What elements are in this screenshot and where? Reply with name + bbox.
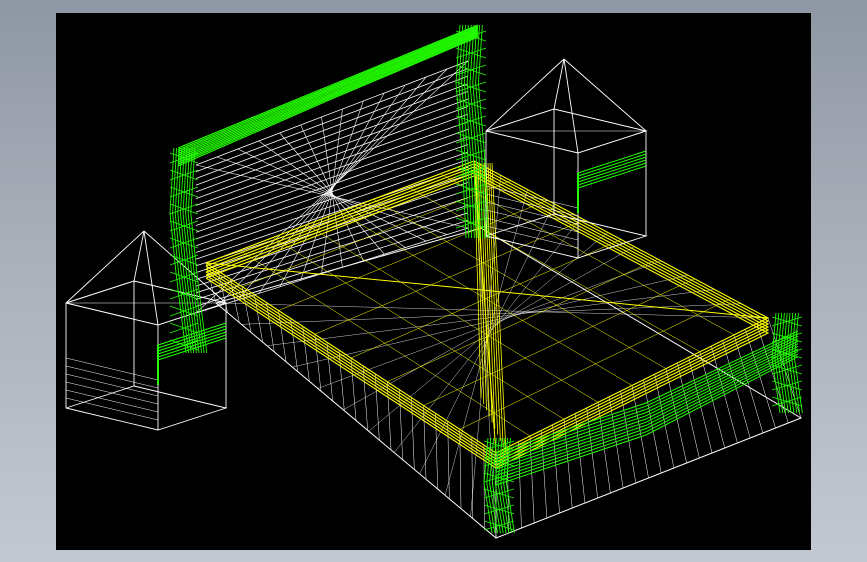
bed-side-rail	[435, 413, 438, 490]
right-nightstand-drawer-line	[485, 225, 579, 249]
right-nightstand-trim	[577, 162, 647, 186]
headboard-brace-line	[216, 156, 448, 235]
cad-model-viewport[interactable]	[56, 13, 811, 550]
headboard-brace-line	[237, 76, 427, 301]
footboard-right-post	[782, 312, 792, 414]
bed-wireframe-model	[65, 24, 803, 539]
right-nightstand-trim	[577, 156, 647, 180]
right-nightstand-pyramid	[563, 58, 579, 154]
mattress-grid	[387, 258, 658, 382]
footboard-right-post	[785, 312, 795, 414]
headboard-brace-line	[279, 92, 385, 287]
footboard-rail	[495, 353, 799, 483]
headboard-brace-line	[258, 140, 406, 248]
headboard-top-rail	[177, 30, 479, 158]
right-nightstand-pyramid	[563, 58, 647, 132]
headboard-panel-line	[195, 90, 469, 193]
headboard-top-rail	[177, 36, 479, 167]
right-nightstand-pyramid	[485, 58, 565, 132]
left-nightstand-base	[65, 385, 228, 431]
headboard-left-post	[182, 147, 200, 354]
headboard-panel-line	[195, 60, 469, 166]
left-nightstand-drawer-line	[65, 381, 159, 405]
mattress-grid	[406, 186, 701, 352]
headboard-top-rail	[177, 25, 479, 151]
footboard-right-post	[788, 312, 798, 414]
left-nightstand-pyramid	[143, 230, 159, 326]
headboard-panel-line	[195, 151, 469, 247]
right-nightstand-drawer-line	[485, 185, 579, 209]
left-nightstand-drawer-line	[65, 397, 159, 421]
left-nightstand-drawer-line	[65, 365, 159, 389]
headboard-left-post	[177, 147, 195, 354]
left-nightstand-drawer-line	[65, 357, 159, 381]
headboard-panel-line	[195, 159, 469, 253]
headboard-left-post	[169, 147, 187, 354]
headboard-top-rail	[177, 31, 479, 160]
bed-frame-brace	[241, 303, 742, 325]
headboard-left-post	[190, 147, 208, 354]
headboard-top-rail	[177, 28, 479, 154]
left-nightstand-trim	[157, 325, 227, 349]
right-nightstand-trim	[577, 153, 647, 177]
headboard-panel-line	[195, 166, 469, 260]
footboard-rail	[495, 356, 799, 486]
bed-trim-wireframe	[157, 24, 803, 534]
headboard-left-post	[172, 147, 190, 354]
right-nightstand-trim	[577, 159, 647, 183]
right-nightstand-drawer-line	[485, 193, 579, 217]
headboard-panel-line	[195, 98, 469, 200]
footboard-right-post	[777, 312, 787, 414]
headboard-left-post	[174, 147, 192, 354]
left-nightstand-pyramid	[65, 230, 145, 304]
mattress-grid	[440, 173, 735, 336]
headboard-top-rail	[177, 24, 479, 149]
footboard-right-post	[779, 312, 789, 414]
bed-side-rail	[423, 405, 427, 480]
